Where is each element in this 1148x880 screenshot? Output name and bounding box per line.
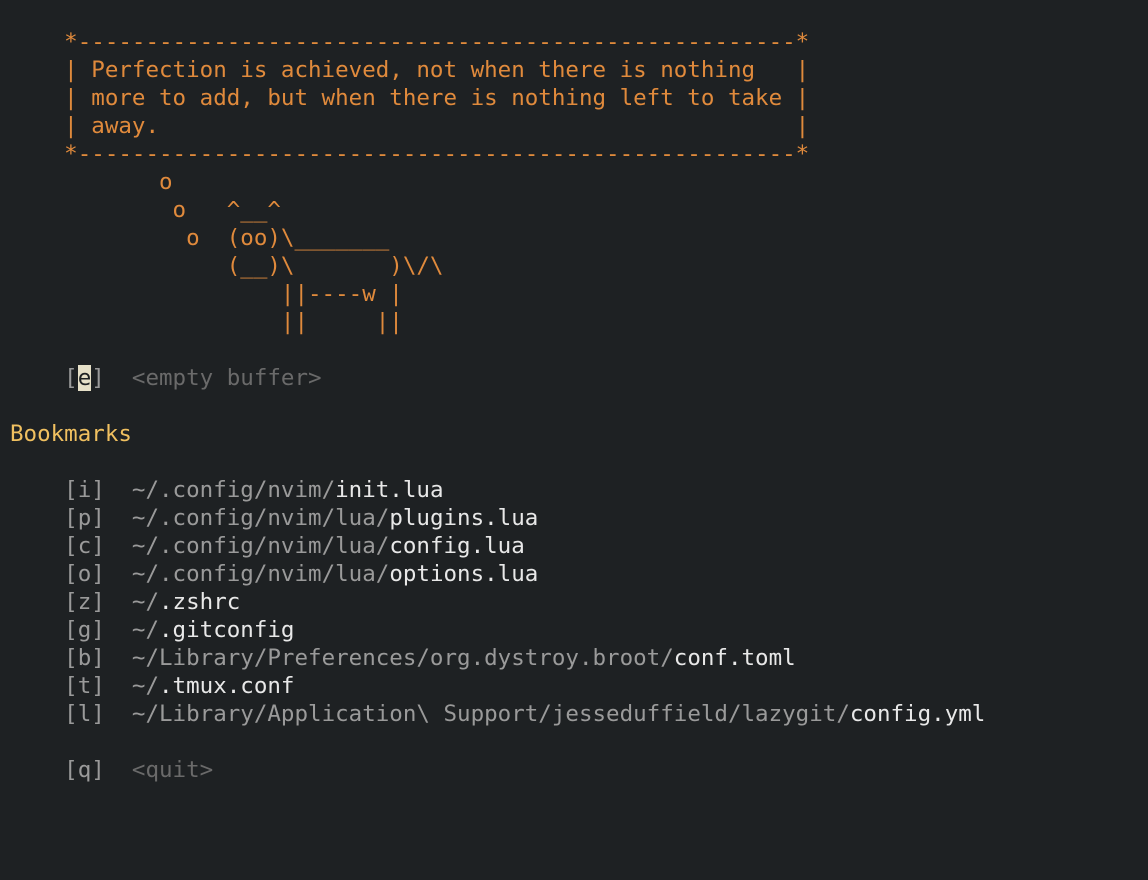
bookmark-dir: ~/.config/nvim/lua/ — [131, 561, 390, 587]
bookmark-item[interactable]: [b] ~/Library/Preferences/org.dystroy.br… — [10, 644, 796, 672]
bookmark-file: conf.toml — [673, 645, 796, 671]
bookmark-file: init.lua — [335, 477, 444, 503]
bookmark-key: [o] — [10, 561, 132, 587]
bookmark-item[interactable]: [p] ~/.config/nvim/lua/plugins.lua — [10, 504, 538, 532]
bookmark-dir: ~/ — [131, 589, 160, 615]
bookmark-dir: ~/ — [131, 617, 160, 643]
cowsay-line: o (oo)\_______ — [10, 225, 390, 251]
cowsay-line: *---------------------------------------… — [10, 29, 810, 55]
text-cursor: e — [77, 365, 92, 391]
bookmark-dir: ~/Library/Preferences/org.dystroy.broot/ — [131, 645, 674, 671]
bookmark-key: [t] — [10, 673, 132, 699]
bookmark-dir: ~/Library/Application\ Support/jesseduff… — [131, 701, 850, 727]
empty-buffer-entry[interactable]: [e] <empty buffer> — [10, 364, 322, 392]
quit-label: <quit> — [131, 757, 214, 783]
cowsay-line: | more to add, but when there is nothing… — [10, 85, 810, 111]
bookmark-file: config.lua — [389, 533, 525, 559]
bookmark-dir: ~/.config/nvim/ — [131, 477, 336, 503]
bookmarks-heading: Bookmarks — [10, 421, 132, 447]
cowsay-line: o — [10, 169, 173, 195]
bookmark-file: plugins.lua — [389, 505, 539, 531]
bookmark-file: config.yml — [849, 701, 986, 727]
quit-entry[interactable]: [q] <quit> — [10, 756, 213, 784]
bookmark-item[interactable]: [z] ~/.zshrc — [10, 588, 240, 616]
bookmark-dir: ~/ — [131, 673, 160, 699]
entry-key-close: ] — [91, 365, 132, 391]
cowsay-line: || || — [10, 309, 403, 335]
bookmark-item[interactable]: [o] ~/.config/nvim/lua/options.lua — [10, 560, 538, 588]
bookmark-item[interactable]: [g] ~/.gitconfig — [10, 616, 294, 644]
bookmark-key: [z] — [10, 589, 132, 615]
bookmark-key: [c] — [10, 533, 132, 559]
startify-screen: *---------------------------------------… — [0, 0, 1148, 880]
cowsay-line: | Perfection is achieved, not when there… — [10, 57, 810, 83]
bookmark-dir: ~/.config/nvim/lua/ — [131, 533, 390, 559]
cowsay-line: *---------------------------------------… — [10, 141, 810, 167]
bookmark-file: .zshrc — [159, 589, 241, 615]
quit-key: [q] — [10, 757, 132, 783]
cowsay-line: o ^__^ — [10, 197, 281, 223]
bookmark-key: [g] — [10, 617, 132, 643]
bookmark-item[interactable]: [i] ~/.config/nvim/init.lua — [10, 476, 444, 504]
bookmark-file: .gitconfig — [159, 617, 295, 643]
bookmark-key: [p] — [10, 505, 132, 531]
bookmark-item[interactable]: [c] ~/.config/nvim/lua/config.lua — [10, 532, 525, 560]
cowsay-line: (__)\ )\/\ — [10, 253, 444, 279]
entry-key-open: [ — [10, 365, 78, 391]
cowsay-line: ||----w | — [10, 281, 403, 307]
bookmark-key: [l] — [10, 701, 132, 727]
empty-buffer-label: <empty buffer> — [131, 365, 322, 391]
bookmark-key: [i] — [10, 477, 132, 503]
bookmark-item[interactable]: [t] ~/.tmux.conf — [10, 672, 294, 700]
cowsay-line: | away. | — [10, 113, 810, 139]
bookmark-item[interactable]: [l] ~/Library/Application\ Support/jesse… — [10, 700, 985, 728]
bookmark-key: [b] — [10, 645, 132, 671]
bookmark-file: options.lua — [389, 561, 539, 587]
bookmark-file: .tmux.conf — [159, 673, 295, 699]
bookmark-dir: ~/.config/nvim/lua/ — [131, 505, 390, 531]
